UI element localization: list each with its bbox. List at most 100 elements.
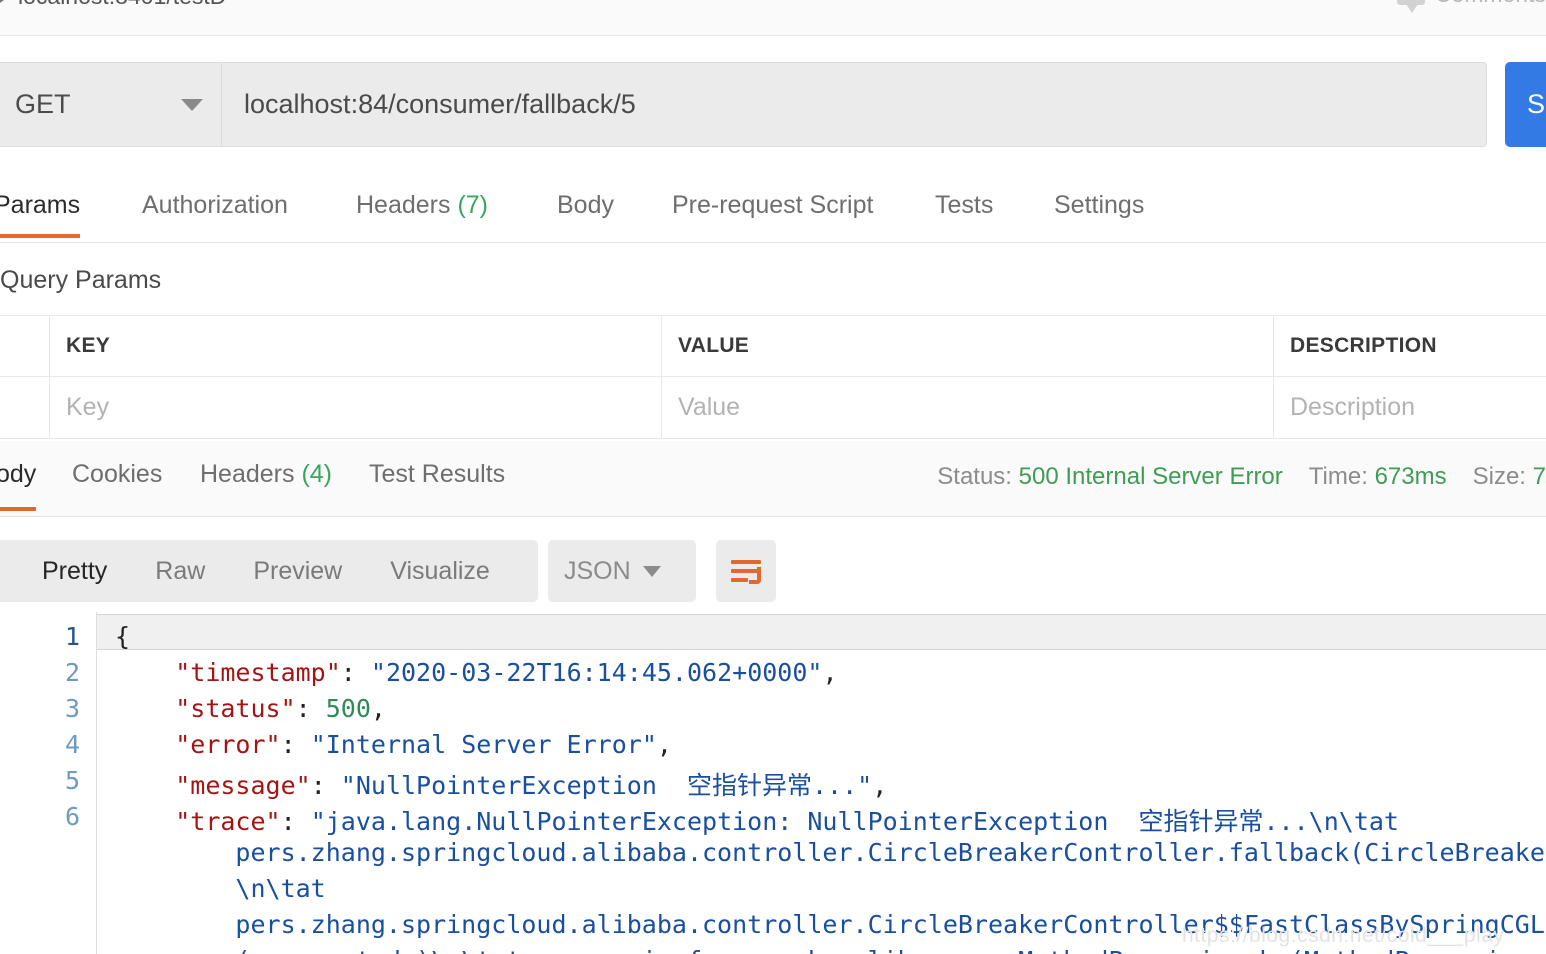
request-tab-headers[interactable]: Headers (7) — [356, 183, 488, 238]
chevron-down-icon — [181, 98, 203, 111]
code-token: : — [295, 694, 326, 723]
request-section-tabs: Params Authorization Headers (7) Body Pre-re… — [0, 183, 1546, 243]
view-mode-raw[interactable]: Raw — [131, 557, 229, 586]
time-label: Time: — [1308, 463, 1368, 490]
response-body-toolbar: Pretty Raw Preview Visualize JSON — [0, 540, 1546, 602]
view-mode-visualize[interactable]: Visualize — [366, 557, 514, 586]
code-token: , — [656, 730, 672, 759]
chevron-down-icon — [642, 565, 661, 577]
column-header-value: VALUE — [662, 316, 1274, 376]
code-line: "trace": "java.lang.NullPointerException… — [115, 802, 1399, 838]
line-number: 4 — [64, 730, 80, 759]
response-tab-cookies[interactable]: Cookies — [72, 455, 162, 511]
request-tab-strip: localhost:8401/testD Comments — [0, 0, 1546, 36]
param-value-input[interactable]: Value — [662, 377, 1274, 438]
code-token: "error" — [175, 730, 281, 759]
view-mode-pretty[interactable]: Pretty — [18, 557, 131, 586]
param-key-input[interactable]: Key — [50, 377, 662, 438]
word-wrap-toggle[interactable] — [716, 540, 776, 602]
code-line: "message": "NullPointerException 空指针异常..… — [115, 766, 887, 802]
line-number: 5 — [64, 766, 80, 795]
code-token: \n\tat — [115, 874, 326, 903]
tab-label: Authorization — [142, 191, 288, 219]
query-params-title: Query Params — [0, 266, 162, 294]
code-line: { — [115, 622, 130, 651]
code-line: \n\tat — [115, 874, 326, 903]
http-method-dropdown[interactable]: GET — [0, 62, 222, 147]
tab-label: Settings — [1054, 191, 1145, 219]
query-params-table: KEY VALUE DESCRIPTION Key Value Descript… — [0, 315, 1546, 439]
column-header-description: DESCRIPTION — [1290, 334, 1437, 357]
tab-label: Headers — [200, 460, 295, 488]
tab-label: Tests — [935, 191, 994, 219]
view-mode-group: Pretty Raw Preview Visualize — [0, 540, 538, 602]
tab-label: Test Results — [369, 460, 506, 488]
word-wrap-icon — [731, 559, 761, 584]
tab-label: Params — [0, 191, 81, 219]
url-input[interactable]: localhost:84/consumer/fallback/5 — [222, 62, 1487, 147]
response-bar: ody Cookies Headers (4) Test Results Status… — [0, 441, 1546, 517]
request-tab-settings[interactable]: Settings — [1054, 183, 1144, 238]
comments-button[interactable]: Comments — [1396, 0, 1546, 13]
param-description-input[interactable]: Description — [1274, 377, 1546, 438]
tab-label: Body — [557, 191, 614, 219]
table-row: Key Value Description — [0, 377, 1546, 439]
code-line: "error": "Internal Server Error", — [115, 730, 672, 759]
code-token: : — [340, 658, 371, 687]
http-method-label: GET — [15, 89, 71, 119]
request-tab-title: localhost:8401/testD — [18, 0, 226, 10]
row-checkbox-cell[interactable] — [0, 377, 50, 438]
tab-label: Cookies — [72, 460, 163, 488]
code-token: "trace" — [175, 807, 281, 836]
response-tab-test-results[interactable]: Test Results — [369, 455, 505, 511]
response-tab-ody[interactable]: ody — [0, 455, 37, 511]
request-tab-params[interactable]: Params — [0, 183, 81, 238]
line-number: 3 — [64, 694, 80, 723]
tab-count-badge: (7) — [450, 191, 488, 219]
line-number: 1 — [64, 622, 80, 651]
code-token: , — [370, 694, 386, 723]
code-token: : — [280, 730, 311, 759]
view-mode-preview[interactable]: Preview — [229, 557, 366, 586]
code-line: "status": 500, — [115, 694, 386, 723]
code-token: pers.zhang.springcloud.alibaba.controlle… — [115, 838, 1546, 867]
code-token: "2020-03-22T16:14:45.062+0000" — [370, 658, 823, 687]
format-dropdown[interactable]: JSON — [548, 540, 696, 602]
column-header-key: KEY — [50, 316, 662, 376]
request-tab-authorization[interactable]: Authorization — [142, 183, 288, 238]
comment-icon — [1396, 0, 1425, 13]
code-content[interactable]: { "timestamp": "2020-03-22T16:14:45.062+… — [97, 612, 1546, 954]
status-value: 500 Internal Server Error — [1018, 463, 1283, 490]
code-token: , — [822, 658, 838, 687]
request-tab-body[interactable]: Body — [557, 183, 614, 238]
postman-window: localhost:8401/testD Comments GET localh… — [0, 0, 1546, 954]
format-label: JSON — [564, 556, 631, 585]
code-token: "java.lang.NullPointerException: NullPoi… — [310, 807, 1399, 836]
code-line: "timestamp": "2020-03-22T16:14:45.062+00… — [115, 658, 838, 687]
line-number-gutter: 1 2 3 4 5 6 — [0, 612, 97, 954]
code-token: , — [872, 771, 888, 800]
request-tab-pre-request-script[interactable]: Pre-request Script — [672, 183, 873, 238]
code-token: : — [310, 771, 341, 800]
status-label: Status: — [937, 463, 1012, 490]
code-token: "message" — [175, 771, 311, 800]
code-token: "Internal Server Error" — [310, 730, 657, 759]
tab-label: Headers — [356, 191, 451, 219]
line-number: 6 — [64, 802, 80, 831]
watermark: https://blog.csdn.net/cold___play — [1182, 924, 1505, 947]
send-button[interactable]: S — [1505, 62, 1546, 147]
line-number: 2 — [64, 658, 80, 687]
tab-count-badge: (4) — [294, 460, 332, 488]
tab-label: ody — [0, 460, 37, 488]
response-tab-headers[interactable]: Headers (4) — [200, 455, 332, 511]
response-body-code-viewer[interactable]: 1 2 3 4 5 6 { "timestamp": "2020-03-22T16:14:… — [0, 612, 1546, 954]
code-token: 500 — [325, 694, 371, 723]
active-request-tab[interactable]: localhost:8401/testD — [0, 0, 226, 10]
code-token: "NullPointerException 空指针异常..." — [340, 771, 873, 800]
time-value: 673ms — [1374, 463, 1447, 490]
tab-label: Pre-request Script — [672, 191, 874, 219]
request-tab-tests[interactable]: Tests — [935, 183, 993, 238]
